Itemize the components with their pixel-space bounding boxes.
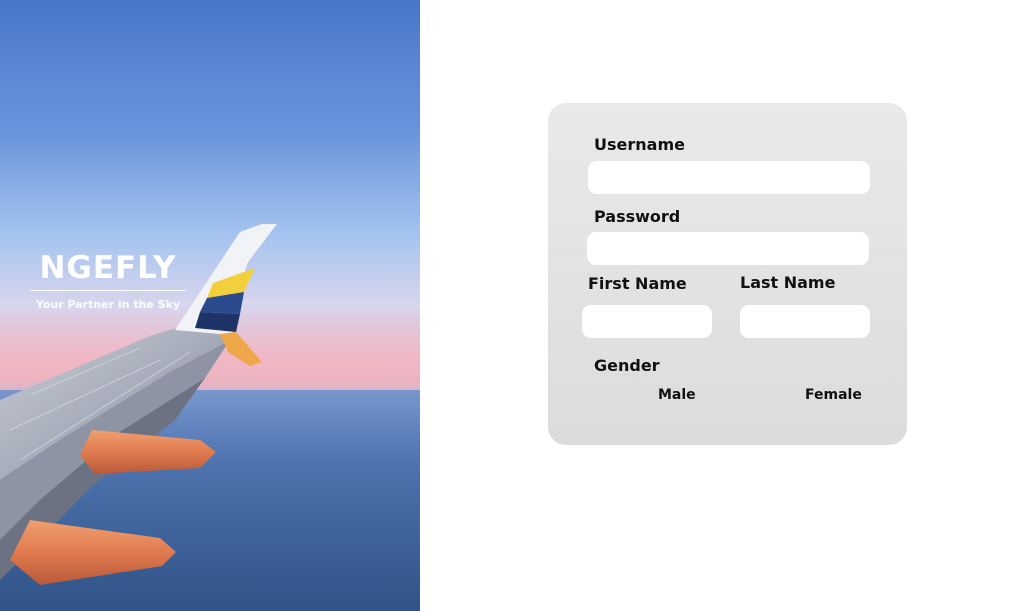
first-name-label: First Name	[588, 274, 687, 293]
last-name-input[interactable]	[740, 305, 870, 338]
gender-male-label[interactable]: Male	[658, 387, 696, 403]
username-label: Username	[594, 135, 685, 154]
gender-female-label[interactable]: Female	[805, 387, 862, 403]
hero-panel: NGEFLY Your Partner in the Sky	[0, 0, 420, 611]
brand-logo-text: NGEFLY	[30, 248, 186, 291]
brand-block: NGEFLY Your Partner in the Sky	[30, 248, 186, 311]
gender-label: Gender	[594, 356, 660, 375]
username-input[interactable]	[588, 161, 870, 194]
brand-tagline: Your Partner in the Sky	[35, 298, 181, 311]
password-input[interactable]	[587, 232, 869, 265]
last-name-label: Last Name	[740, 273, 836, 292]
registration-form: Username Password First Name Last Name G…	[548, 103, 907, 445]
password-label: Password	[594, 207, 681, 226]
first-name-input[interactable]	[582, 305, 712, 338]
